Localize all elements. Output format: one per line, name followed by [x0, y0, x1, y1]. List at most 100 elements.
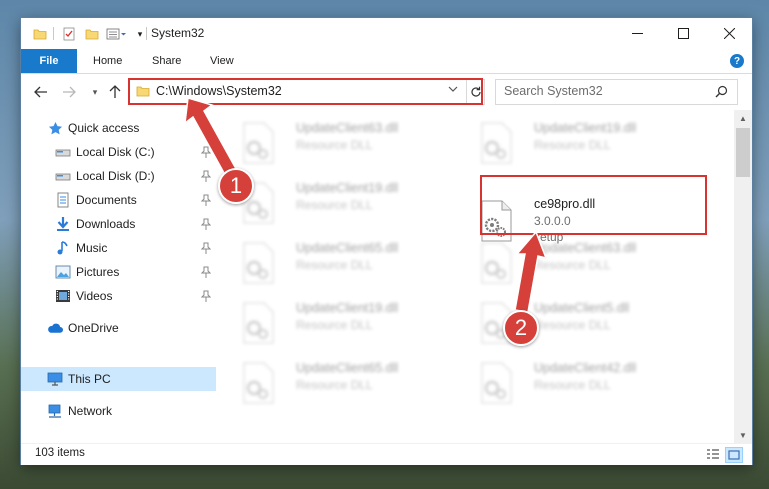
pictures-icon — [55, 264, 71, 280]
pin-icon[interactable] — [201, 290, 211, 302]
sidebar-item-onedrive[interactable]: OneDrive — [21, 316, 216, 340]
file-name: UpdateClient42.dll — [534, 361, 637, 375]
dll-file-icon — [481, 362, 512, 404]
search-input[interactable]: Search System32 — [495, 79, 738, 105]
sidebar-item-label: Network — [68, 404, 113, 418]
details-view-icon[interactable] — [705, 447, 721, 461]
pin-icon[interactable] — [201, 218, 211, 230]
sidebar-item-documents[interactable]: Documents — [21, 188, 216, 212]
sidebar-item-label: Music — [76, 241, 108, 255]
properties-icon[interactable] — [59, 25, 79, 43]
up-button[interactable] — [105, 82, 125, 102]
file-type: Resource DLL — [296, 138, 373, 152]
folder-icon[interactable] — [31, 25, 49, 43]
tab-file[interactable]: File — [21, 49, 77, 73]
file-type: Resource DLL — [534, 318, 611, 332]
file-tile[interactable]: UpdateClient19.dll Resource DLL — [460, 118, 670, 170]
scroll-up-icon[interactable]: ▲ — [734, 110, 752, 126]
file-tile[interactable]: UpdateClient63.dll Resource DLL — [222, 118, 432, 170]
tab-home[interactable]: Home — [93, 49, 122, 73]
maximize-icon[interactable] — [660, 18, 706, 49]
file-type: Resource DLL — [534, 138, 611, 152]
file-name: UpdateClient5.dll — [534, 301, 630, 315]
item-count: 103 items — [35, 447, 85, 459]
back-button[interactable] — [31, 82, 51, 102]
file-list: UpdateClient63.dll Resource DLL UpdateCl… — [216, 110, 734, 443]
file-tile[interactable]: UpdateClient65.dll Resource DLL — [222, 358, 432, 410]
dll-file-icon — [243, 242, 274, 284]
tiles-view-icon[interactable] — [725, 447, 743, 463]
search-icon[interactable] — [715, 85, 728, 101]
sidebar-item-label: Pictures — [76, 265, 120, 279]
file-type: Resource DLL — [296, 318, 373, 332]
drive-icon — [55, 144, 71, 160]
quick-access-dropdown-icon[interactable]: ▾ — [133, 25, 147, 43]
file-name: UpdateClient63.dll — [296, 121, 399, 135]
tab-share[interactable]: Share — [152, 49, 181, 73]
pin-icon[interactable] — [201, 146, 211, 158]
scroll-down-icon[interactable]: ▼ — [734, 427, 752, 443]
toolbar-separator — [53, 27, 54, 40]
file-type: Resource DLL — [534, 378, 611, 392]
sidebar-item-pictures[interactable]: Pictures — [21, 260, 216, 284]
minimize-icon[interactable] — [614, 18, 660, 49]
sidebar-item-label: Documents — [76, 193, 137, 207]
file-name: UpdateClient65.dll — [296, 241, 399, 255]
file-name: UpdateClient63.dll — [534, 241, 637, 255]
ribbon-tabs: File Home Share View ? — [21, 49, 752, 74]
sidebar-item-label: Quick access — [68, 121, 140, 135]
tab-view[interactable]: View — [210, 49, 234, 73]
scrollbar-thumb[interactable] — [736, 128, 750, 177]
step-marker-2: 2 — [503, 310, 539, 346]
file-name: UpdateClient65.dll — [296, 361, 399, 375]
sidebar-item-label: Local Disk (D:) — [76, 169, 155, 183]
sidebar-item-local-disk-c[interactable]: Local Disk (C:) — [21, 140, 216, 164]
file-tile[interactable]: UpdateClient63.dll Resource DLL — [460, 238, 670, 290]
customize-icon[interactable] — [105, 25, 129, 43]
dll-file-icon — [481, 242, 512, 284]
cloud-icon — [47, 320, 63, 336]
dll-file-icon — [243, 302, 274, 344]
pin-icon[interactable] — [201, 194, 211, 206]
sidebar-item-network[interactable]: Network — [21, 399, 216, 423]
documents-icon — [55, 192, 71, 208]
file-tile[interactable]: UpdateClient5.dll Resource DLL — [460, 298, 670, 350]
window-title: System32 — [151, 26, 205, 40]
recent-locations-icon[interactable]: ▾ — [85, 82, 105, 102]
forward-button[interactable] — [59, 82, 79, 102]
pin-icon[interactable] — [201, 242, 211, 254]
navigation-pane: Quick access Local Disk (C:) Local Disk … — [21, 110, 216, 443]
new-folder-icon[interactable] — [83, 25, 101, 43]
pin-icon[interactable] — [201, 170, 211, 182]
sidebar-item-label: This PC — [68, 372, 111, 386]
videos-icon — [55, 288, 71, 304]
sidebar-item-downloads[interactable]: Downloads — [21, 212, 216, 236]
dll-file-icon — [243, 122, 274, 164]
status-bar: 103 items — [21, 443, 752, 465]
file-tile[interactable]: UpdateClient19.dll Resource DLL — [222, 298, 432, 350]
file-name: UpdateClient19.dll — [534, 121, 637, 135]
download-icon — [55, 216, 71, 232]
file-name: UpdateClient19.dll — [296, 181, 399, 195]
sidebar-item-videos[interactable]: Videos — [21, 284, 216, 308]
vertical-scrollbar[interactable]: ▲ ▼ — [734, 110, 752, 443]
sidebar-item-label: OneDrive — [68, 321, 119, 335]
file-tile[interactable]: UpdateClient65.dll Resource DLL — [222, 238, 432, 290]
star-icon — [47, 120, 63, 136]
sidebar-item-music[interactable]: Music — [21, 236, 216, 260]
file-type: Resource DLL — [534, 258, 611, 272]
file-type: Resource DLL — [296, 378, 373, 392]
sidebar-item-this-pc[interactable]: This PC — [21, 367, 216, 391]
file-name: UpdateClient19.dll — [296, 301, 399, 315]
sidebar-item-quick-access[interactable]: Quick access — [21, 116, 216, 140]
close-icon[interactable] — [706, 18, 752, 49]
file-type: Resource DLL — [296, 198, 373, 212]
file-tile[interactable]: UpdateClient42.dll Resource DLL — [460, 358, 670, 410]
sidebar-item-local-disk-d[interactable]: Local Disk (D:) — [21, 164, 216, 188]
sidebar-item-label: Downloads — [76, 217, 136, 231]
pin-icon[interactable] — [201, 266, 211, 278]
network-icon — [47, 403, 63, 419]
help-icon[interactable]: ? — [730, 54, 744, 68]
drive-icon — [55, 168, 71, 184]
sidebar-item-label: Local Disk (C:) — [76, 145, 155, 159]
